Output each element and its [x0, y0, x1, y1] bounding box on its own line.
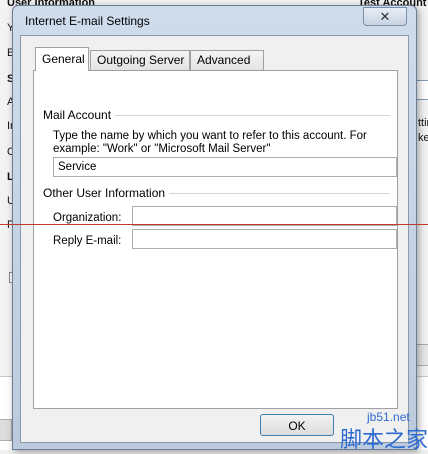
close-icon: ✕ — [379, 9, 391, 24]
tab-general[interactable]: General — [35, 47, 89, 71]
tab-outgoing-server[interactable]: Outgoing Server — [90, 50, 190, 70]
dialog-body: General Outgoing Server Advanced Mail Ac… — [20, 35, 409, 443]
reply-email-label: Reply E-mail: — [53, 235, 122, 247]
bg-fragment-ttin: ttin — [418, 117, 428, 129]
account-name-input[interactable] — [53, 157, 397, 177]
general-tab-panel: Mail Account Type the name by which you … — [33, 70, 398, 409]
tab-advanced[interactable]: Advanced — [190, 50, 264, 70]
background-bottom-button[interactable] — [0, 419, 12, 441]
tab-advanced-label: Advanced — [197, 53, 251, 67]
tab-general-label: General — [42, 52, 85, 66]
mail-account-group-label: Mail Account — [43, 108, 116, 122]
dialog-close-button[interactable]: ✕ — [363, 7, 407, 26]
other-user-info-group-label: Other User Information — [43, 186, 170, 200]
tab-outgoing-server-label: Outgoing Server — [97, 53, 185, 67]
mail-account-description: Type the name by which you want to refer… — [53, 130, 367, 155]
bg-fragment-ke: ke — [418, 132, 428, 144]
reply-email-input[interactable] — [132, 229, 397, 249]
organization-label: Organization: — [53, 212, 122, 224]
background-button-fragment[interactable] — [416, 344, 428, 366]
red-annotation-line — [0, 224, 428, 225]
ok-button[interactable]: OK — [260, 414, 334, 436]
organization-input[interactable] — [132, 206, 397, 226]
internet-email-settings-dialog: Internet E-mail Settings ✕ General Outgo… — [12, 5, 417, 450]
dialog-title: Internet E-mail Settings — [25, 14, 150, 28]
watermark-text: 脚本之家 — [340, 428, 428, 453]
